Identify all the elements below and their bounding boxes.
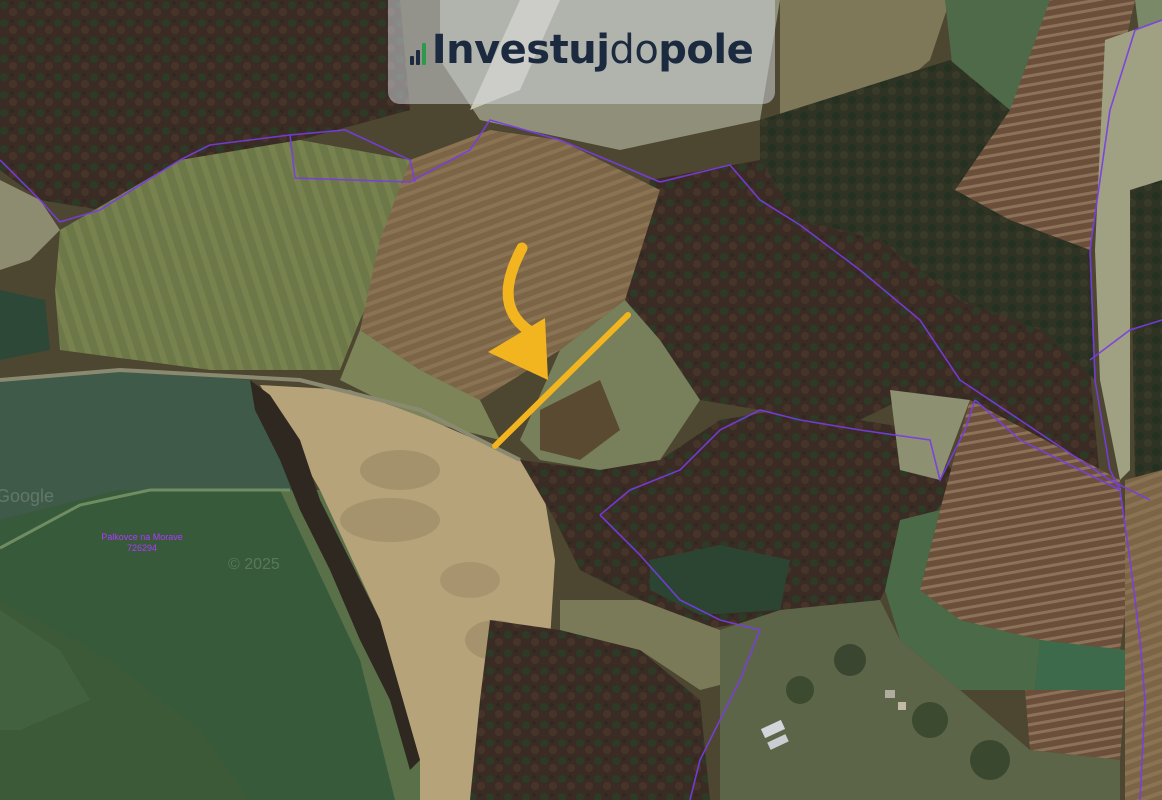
brand-logo: Investujdopole [409, 30, 754, 70]
cadastral-area-name: Palkovce na Morave [101, 532, 183, 542]
satellite-map[interactable]: Investujdopole Palkovce na Morave 726294… [0, 0, 1162, 800]
brand-logo-panel: Investujdopole [388, 0, 775, 104]
cadastral-area-code: 726294 [126, 543, 158, 553]
logo-word-do: do [609, 27, 659, 73]
copyright-watermark: © 2025 [228, 556, 280, 573]
google-watermark: Google [0, 486, 55, 506]
bar-chart-icon [409, 35, 426, 70]
curved-arrow-down-icon [488, 242, 548, 380]
brand-logo-text: Investujdopole [432, 30, 754, 70]
logo-word-pole: pole [658, 27, 754, 73]
cadastral-area-label: Palkovce na Morave 726294 [92, 532, 192, 554]
logo-word-investuj: Investuj [431, 27, 610, 73]
